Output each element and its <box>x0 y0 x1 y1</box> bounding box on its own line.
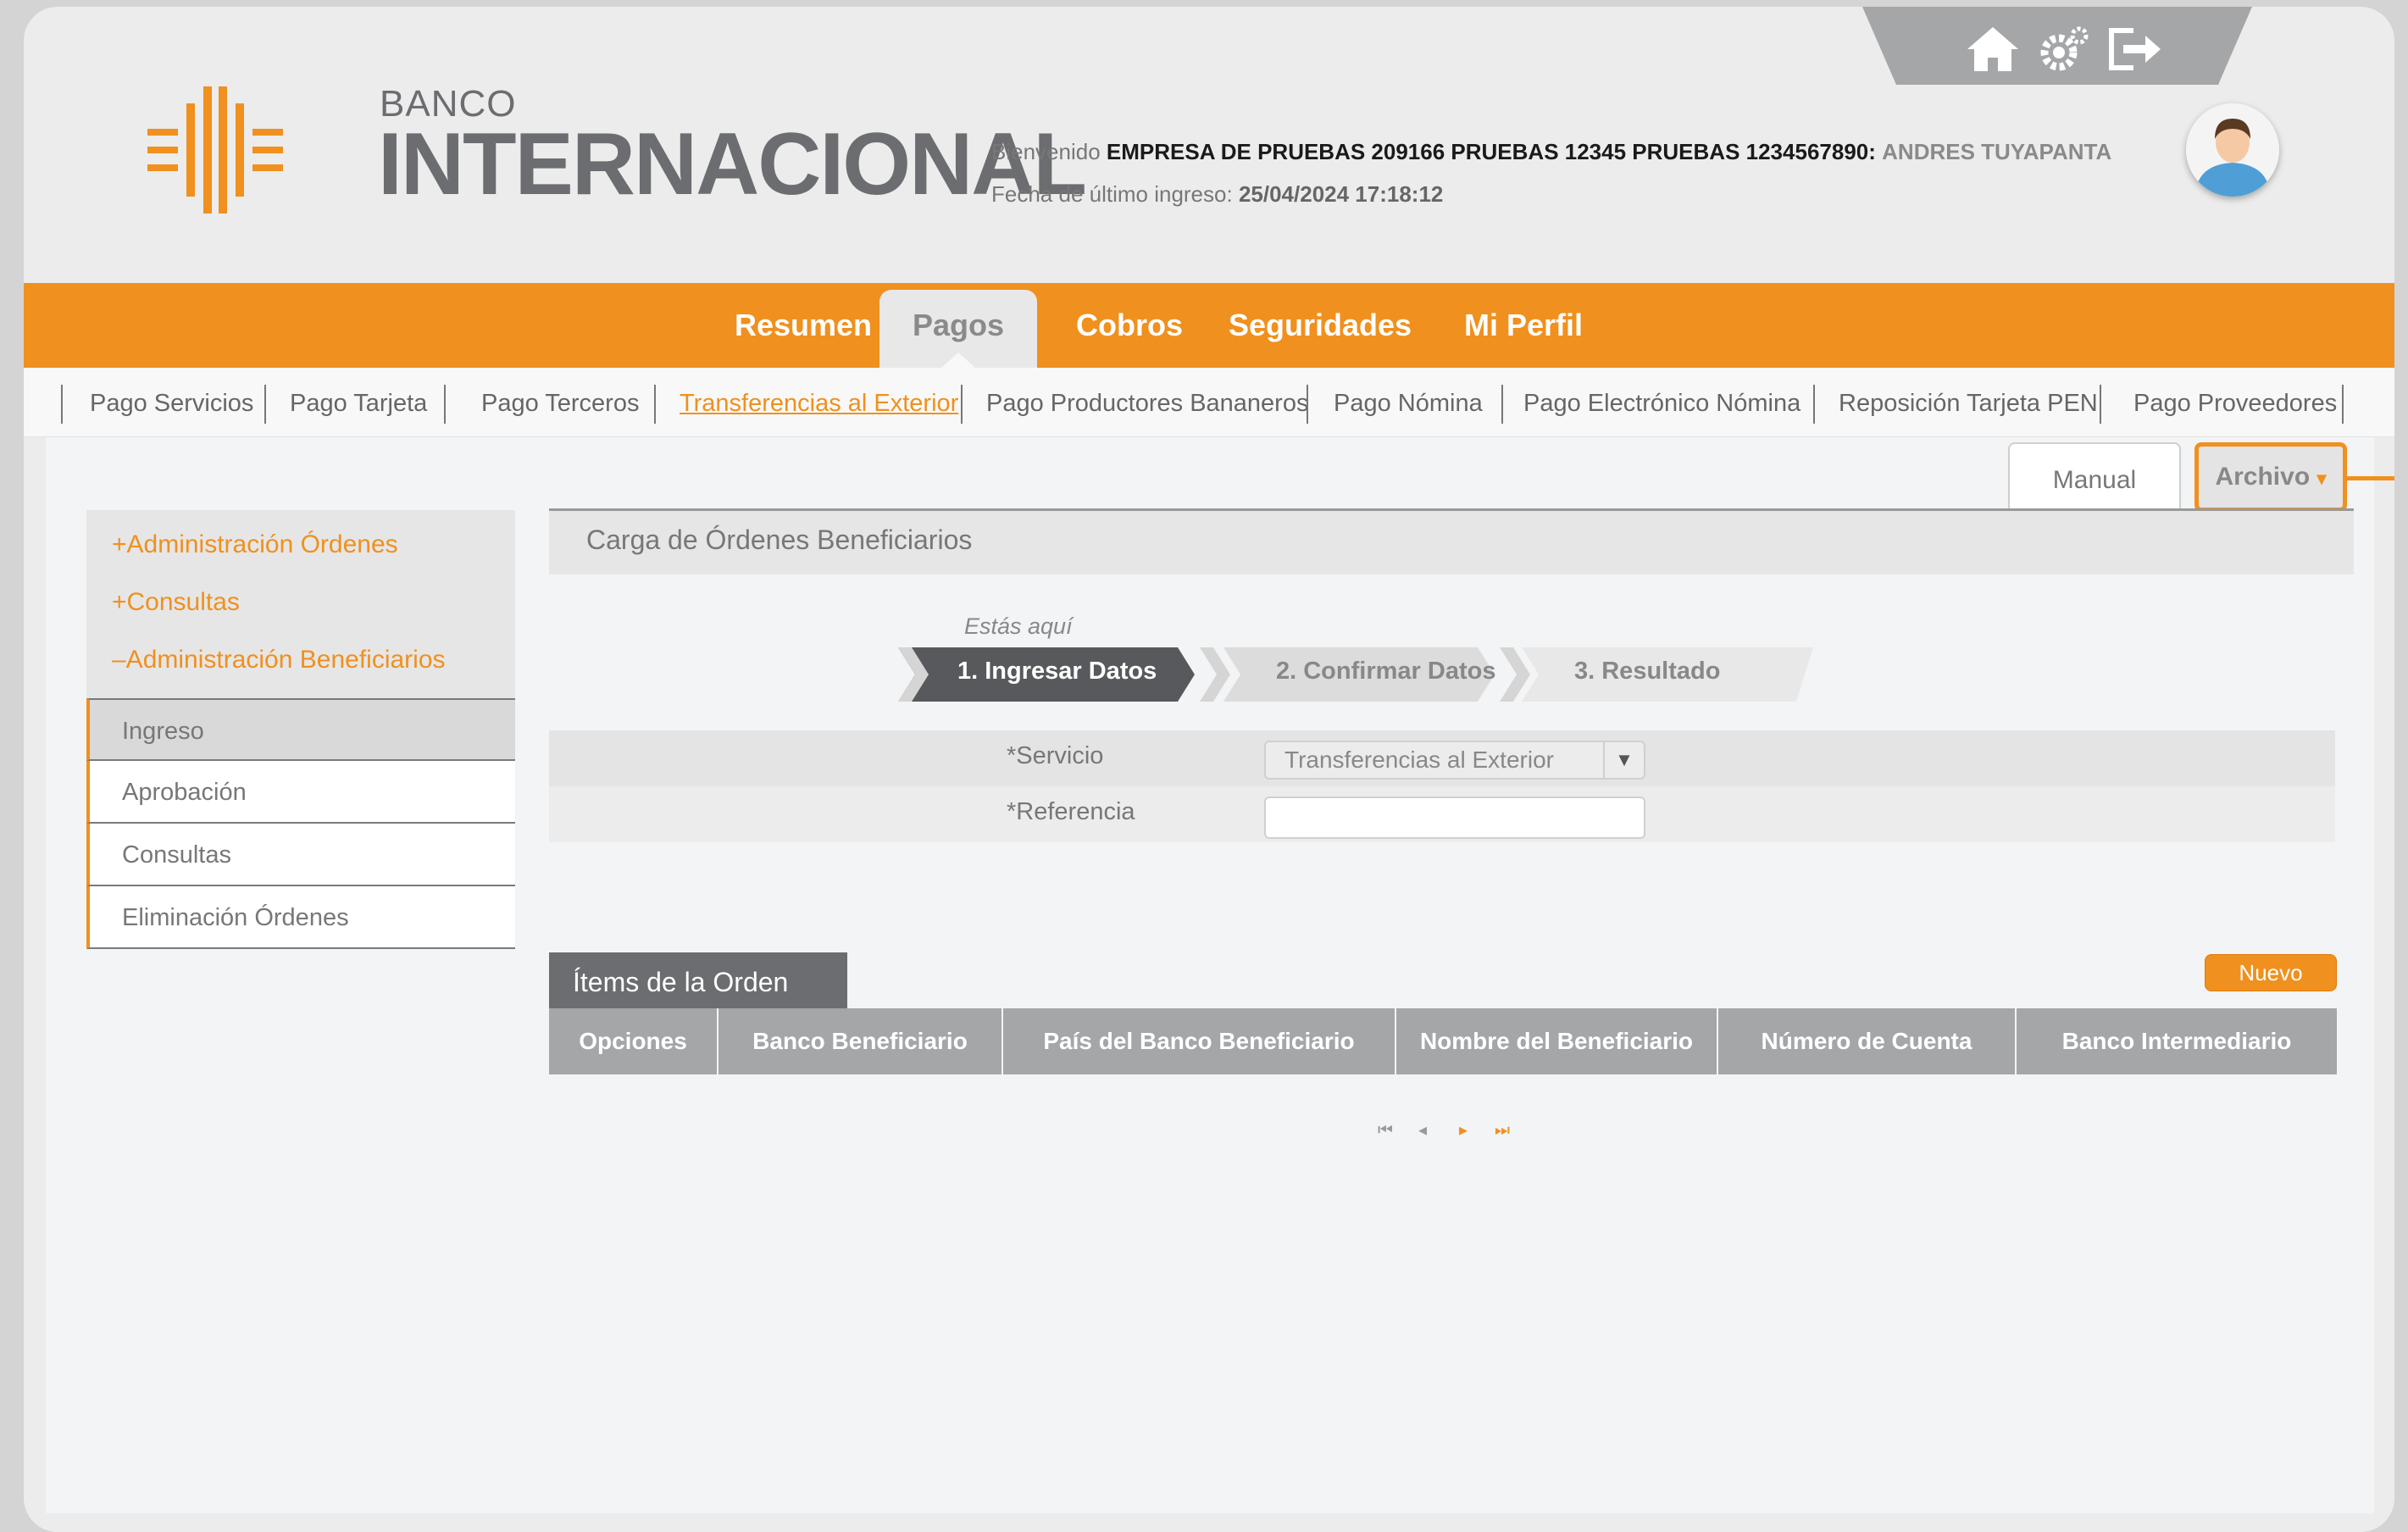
step-3: 3. Resultado <box>1574 658 1721 685</box>
items-title: Ítems de la Orden <box>549 952 847 1010</box>
home-icon[interactable] <box>1966 25 2020 73</box>
servicio-label: *Servicio <box>1007 742 1104 769</box>
subnav-pago-tarjeta[interactable]: Pago Tarjeta <box>290 383 427 424</box>
nav-mi-perfil[interactable]: Mi Perfil <box>1439 283 1608 368</box>
subnav-separator <box>1307 385 1308 424</box>
chevron-down-icon: ▾ <box>2316 468 2327 489</box>
sidebar-item-aprobacion[interactable]: Aprobación <box>86 761 515 824</box>
subnav-pago-nomina[interactable]: Pago Nómina <box>1334 383 1483 424</box>
subnav-separator <box>654 385 656 424</box>
step-1: 1. Ingresar Datos <box>957 658 1157 685</box>
sidebar-item-consultas[interactable]: Consultas <box>86 824 515 886</box>
subnav-pago-productores-bananeros[interactable]: Pago Productores Bananeros <box>986 383 1308 424</box>
sidebar: +Administración Órdenes +Consultas –Admi… <box>86 510 515 707</box>
last-page-icon[interactable]: ⏭ <box>1495 1120 1510 1141</box>
subnav-pago-electronico-nomina[interactable]: Pago Electrónico Nómina <box>1523 383 1800 424</box>
subnav-separator <box>1501 385 1503 424</box>
pager: ⏮ ◂ ▸ ⏭ <box>1378 1120 1513 1141</box>
page-title: Carga de Órdenes Beneficiarios <box>586 525 973 555</box>
logo-mark-icon <box>147 86 283 214</box>
callout-line <box>2347 476 2394 480</box>
subnav-separator <box>61 385 63 424</box>
form-row-referencia: *Referencia <box>549 786 2335 842</box>
subnav-separator <box>444 385 446 424</box>
breadcrumb-label: Estás aquí <box>964 613 1073 639</box>
first-page-icon[interactable]: ⏮ <box>1378 1120 1393 1141</box>
subnav-reposicion-tarjeta-pen[interactable]: Reposición Tarjeta PEN <box>1839 383 2098 424</box>
welcome-text: Bienvenido EMPRESA DE PRUEBAS 209166 PRU… <box>991 139 2111 165</box>
servicio-select[interactable]: Transferencias al Exterior ▼ <box>1264 741 1645 780</box>
logout-icon[interactable] <box>2108 25 2162 73</box>
user-name: ANDRES TUYAPANTA <box>1882 139 2112 164</box>
subnav-pago-terceros[interactable]: Pago Terceros <box>481 383 639 424</box>
company-name: EMPRESA DE PRUEBAS 209166 PRUEBAS 12345 … <box>1106 139 1876 164</box>
referencia-input[interactable] <box>1264 797 1645 839</box>
logo-text-internacional: INTERNACIONAL <box>378 115 1087 214</box>
nav-cobros[interactable]: Cobros <box>1049 283 1210 368</box>
column-header-banco-beneficiario[interactable]: Banco Beneficiario <box>719 1008 1001 1074</box>
app-frame: BANCO INTERNACIONAL Bienvenido EMPRESA D… <box>24 7 2394 1532</box>
tab-archivo-label: Archivo <box>2215 463 2311 491</box>
content-header: Carga de Órdenes Beneficiarios <box>549 508 2354 574</box>
new-button[interactable]: Nuevo <box>2205 954 2337 991</box>
main-nav: Resumen Pagos Cobros Seguridades Mi Perf… <box>24 283 2394 368</box>
subnav-separator <box>1813 385 1815 424</box>
nav-pagos[interactable]: Pagos <box>879 290 1037 368</box>
table-header: Opciones Banco Beneficiario País del Ban… <box>549 1008 2337 1074</box>
subnav-transferencias-exterior[interactable]: Transferencias al Exterior <box>680 383 958 424</box>
tab-archivo[interactable]: Archivo ▾ <box>2194 442 2347 512</box>
subnav-separator <box>2342 385 2344 424</box>
prev-page-icon[interactable]: ◂ <box>1418 1120 1427 1141</box>
sidebar-menu: Ingreso Aprobación Consultas Eliminación… <box>86 698 515 949</box>
last-login: Fecha de último ingreso: 25/04/2024 17:1… <box>991 181 1443 208</box>
column-header-opciones[interactable]: Opciones <box>549 1008 717 1074</box>
next-page-icon[interactable]: ▸ <box>1459 1120 1468 1141</box>
last-login-label: Fecha de último ingreso: <box>991 181 1233 207</box>
tab-manual[interactable]: Manual <box>2008 442 2181 512</box>
step-2: 2. Confirmar Datos <box>1276 658 1496 685</box>
subnav-separator <box>2100 385 2101 424</box>
column-header-nombre-beneficiario[interactable]: Nombre del Beneficiario <box>1396 1008 1717 1074</box>
nav-resumen[interactable]: Resumen <box>702 283 905 368</box>
wizard-steps: 1. Ingresar Datos 2. Confirmar Datos 3. … <box>898 644 1830 705</box>
chevron-down-icon[interactable]: ▼ <box>1603 742 1644 778</box>
subnav-pago-servicios[interactable]: Pago Servicios <box>90 383 253 424</box>
subnav-separator <box>264 385 266 424</box>
sidebar-section-administracion-ordenes[interactable]: +Administración Órdenes <box>112 530 398 559</box>
subnav-separator <box>961 385 963 424</box>
column-header-pais-banco[interactable]: País del Banco Beneficiario <box>1003 1008 1395 1074</box>
welcome-prefix: Bienvenido <box>991 139 1101 164</box>
sidebar-item-eliminacion-ordenes[interactable]: Eliminación Órdenes <box>86 886 515 949</box>
sub-nav: Pago Servicios Pago Tarjeta Pago Tercero… <box>24 368 2394 437</box>
referencia-label: *Referencia <box>1007 798 1135 825</box>
form-row-servicio: *Servicio Transferencias al Exterior ▼ <box>549 730 2335 786</box>
nav-seguridades[interactable]: Seguridades <box>1210 283 1430 368</box>
sidebar-item-ingreso[interactable]: Ingreso <box>86 698 515 761</box>
avatar[interactable] <box>2186 103 2279 197</box>
settings-icon[interactable] <box>2040 25 2089 73</box>
last-login-value: 25/04/2024 17:18:12 <box>1238 181 1444 207</box>
subnav-pago-proveedores[interactable]: Pago Proveedores <box>2133 383 2337 424</box>
servicio-select-value: Transferencias al Exterior <box>1284 747 1554 773</box>
top-icon-bar <box>1862 7 2252 85</box>
column-header-banco-intermediario[interactable]: Banco Intermediario <box>2017 1008 2337 1074</box>
column-header-numero-cuenta[interactable]: Número de Cuenta <box>1718 1008 2015 1074</box>
sidebar-section-consultas[interactable]: +Consultas <box>112 588 240 617</box>
bank-logo[interactable]: BANCO INTERNACIONAL <box>124 83 1087 227</box>
sidebar-section-administracion-beneficiarios[interactable]: –Administración Beneficiarios <box>112 646 446 674</box>
